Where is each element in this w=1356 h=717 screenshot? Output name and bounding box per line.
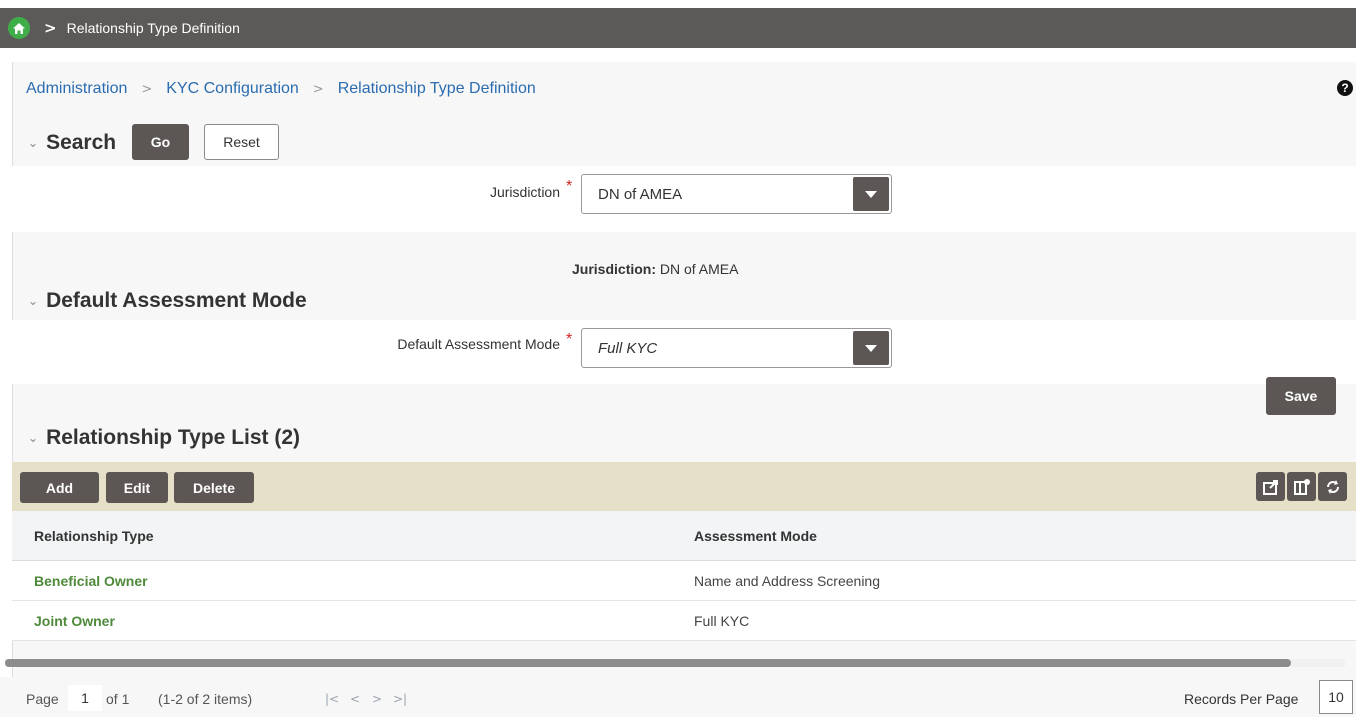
assessment-mode-value: Full KYC [598,339,658,357]
jurisdiction-summary: Jurisdiction: DN of AMEA [572,261,739,277]
column-header-assessment-mode[interactable]: Assessment Mode [694,528,817,544]
breadcrumb: Administration > KYC Configuration > Rel… [26,80,536,98]
search-title: Search [46,131,117,154]
pager: Page 1 of 1 (1-2 of 2 items) |< < > >| R… [0,677,1356,717]
collapse-caret-icon: ⌄ [28,294,39,308]
edit-button[interactable]: Edit [106,472,168,503]
list-section-header[interactable]: ⌄ Relationship Type List (2) [28,426,300,450]
page-label: Page [26,691,59,707]
help-icon[interactable]: ? [1337,80,1353,96]
delete-button[interactable]: Delete [174,472,254,503]
required-marker: * [566,331,573,348]
collapse-caret-icon: ⌄ [28,431,39,445]
assessment-mode-select[interactable]: Full KYC [581,328,892,368]
list-title: Relationship Type List (2) [46,426,301,449]
topbar-title: Relationship Type Definition [66,20,240,36]
breadcrumb-separator: > [141,81,153,97]
refresh-icon[interactable] [1318,472,1347,501]
top-strip [0,0,1356,8]
breadcrumb-relationship-type-definition[interactable]: Relationship Type Definition [338,80,536,98]
jurisdiction-select-value: DN of AMEA [598,185,683,203]
search-section-header[interactable]: ⌄ Search [28,131,116,155]
go-button[interactable]: Go [132,124,189,160]
first-page-icon[interactable]: |< [325,692,339,706]
relationship-type-link[interactable]: Joint Owner [34,613,115,629]
reset-button[interactable]: Reset [204,124,279,160]
export-icon[interactable] [1256,472,1285,501]
table-row[interactable]: Joint Owner Full KYC [12,601,1356,641]
column-settings-icon[interactable] [1287,472,1316,501]
home-icon[interactable] [8,17,30,39]
prev-page-icon[interactable]: < [350,692,360,706]
dropdown-arrow-icon[interactable] [853,331,889,365]
table-header: Relationship Type Assessment Mode [12,511,1356,561]
next-page-icon[interactable]: > [372,692,382,706]
breadcrumb-kyc-configuration[interactable]: KYC Configuration [166,80,299,98]
assessment-mode-cell: Name and Address Screening [694,573,880,589]
horizontal-scrollbar-thumb[interactable] [5,659,1291,667]
jurisdiction-summary-label: Jurisdiction: [572,261,657,277]
assessment-section-header[interactable]: ⌄ Default Assessment Mode [28,289,307,313]
jurisdiction-summary-value: DN of AMEA [659,261,739,277]
records-per-page-input[interactable]: 10 [1319,680,1353,714]
jurisdiction-label: Jurisdiction [489,184,560,200]
dropdown-arrow-icon[interactable] [853,177,889,211]
top-nav-bar: > Relationship Type Definition [0,8,1356,48]
last-page-icon[interactable]: >| [393,692,407,706]
save-button[interactable]: Save [1266,377,1336,415]
records-per-page-label: Records Per Page [1184,691,1299,707]
items-count-label: (1-2 of 2 items) [158,691,253,707]
collapse-caret-icon: ⌄ [28,136,39,150]
column-header-relationship-type[interactable]: Relationship Type [34,528,154,544]
table-row[interactable]: Beneficial Owner Name and Address Screen… [12,561,1356,601]
chevron-right-icon: > [44,19,57,37]
required-marker: * [566,178,573,195]
add-button[interactable]: Add [20,472,99,503]
relationship-type-link[interactable]: Beneficial Owner [34,573,148,589]
breadcrumb-separator: > [312,81,324,97]
breadcrumb-administration[interactable]: Administration [26,80,127,98]
jurisdiction-select[interactable]: DN of AMEA [581,174,892,214]
assessment-title: Default Assessment Mode [46,289,307,312]
assessment-mode-label: Default Assessment Mode [397,336,560,352]
assessment-mode-cell: Full KYC [694,613,750,629]
page-of-label: of 1 [106,691,130,707]
page-number-input[interactable]: 1 [68,685,102,711]
